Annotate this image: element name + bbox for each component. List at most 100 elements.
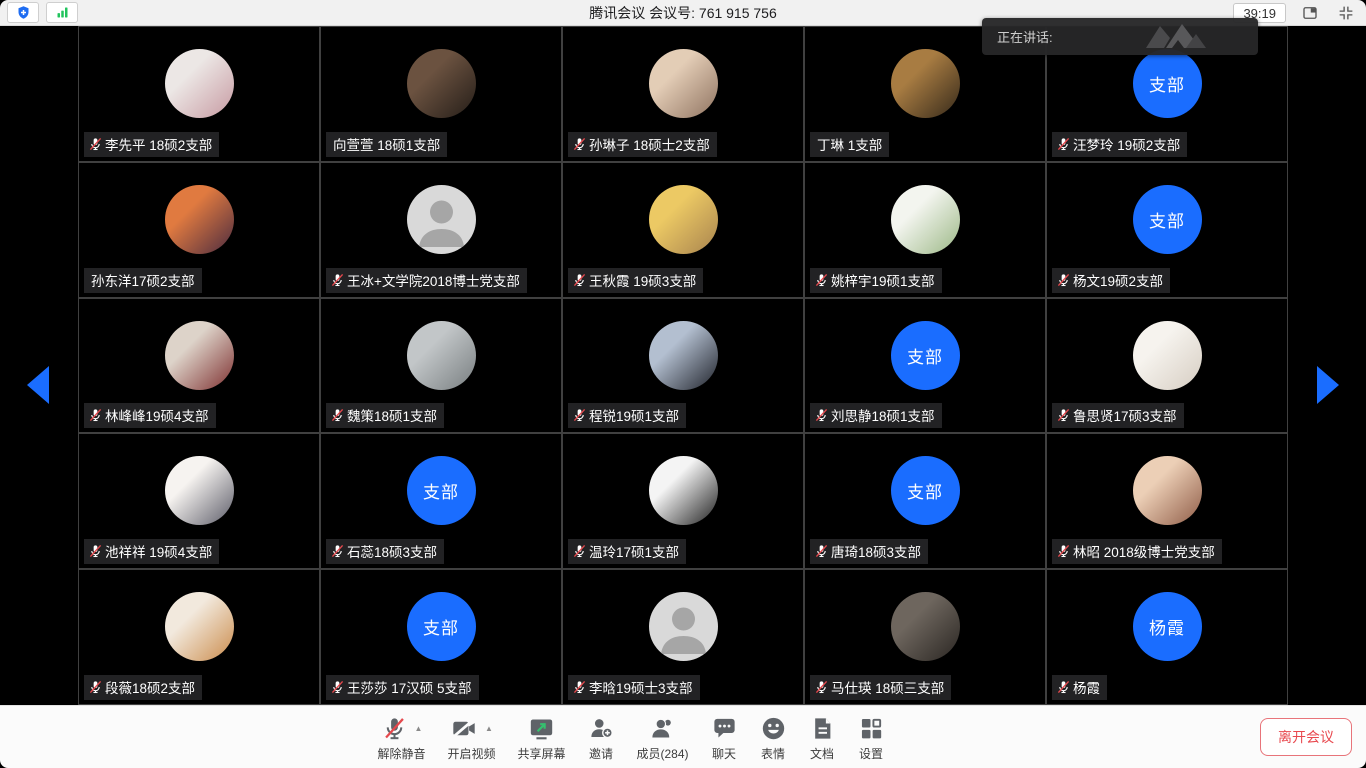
participant-name-label: 向萱萱 18硕1支部 xyxy=(326,132,447,157)
participant-tile[interactable]: 向萱萱 18硕1支部 xyxy=(321,27,561,161)
participant-name-label: 杨文19硕2支部 xyxy=(1052,268,1170,293)
mic-muted-icon xyxy=(331,408,344,422)
participant-name: 杨文19硕2支部 xyxy=(1073,270,1163,290)
participant-avatar xyxy=(165,592,234,661)
emoji-icon xyxy=(760,715,787,742)
mic-muted-icon xyxy=(573,137,586,151)
mic-muted-icon xyxy=(89,544,102,558)
participant-name-label: 王秋霞 19硕3支部 xyxy=(568,268,703,293)
participant-tile[interactable]: 孙东洋17硕2支部 xyxy=(79,163,319,297)
unmute-label: 解除静音 xyxy=(377,745,425,762)
share-screen-button[interactable]: 共享屏幕 xyxy=(507,713,577,762)
settings-button[interactable]: 设置 xyxy=(847,713,896,762)
participant-tile[interactable]: 段薇18硕2支部 xyxy=(79,570,319,704)
invite-label: 邀请 xyxy=(589,745,613,762)
mic-muted-icon xyxy=(573,680,586,694)
participant-tile[interactable]: 姚梓宇19硕1支部 xyxy=(805,163,1045,297)
participant-grid: 李先平 18硕2支部 向萱萱 18硕1支部 孙琳子 18硕士2支部 丁琳 1支部 xyxy=(78,26,1288,705)
participant-tile[interactable]: 杨霞 杨霞 xyxy=(1047,570,1287,704)
participant-name: 李晗19硕士3支部 xyxy=(589,677,693,697)
invite-button[interactable]: 邀请 xyxy=(577,713,626,762)
participant-name-label: 林昭 2018级博士党支部 xyxy=(1052,539,1222,564)
participant-tile[interactable]: 支部 王莎莎 17汉硕 5支部 xyxy=(321,570,561,704)
participant-name: 林峰峰19硕4支部 xyxy=(105,405,209,425)
participant-name-label: 姚梓宇19硕1支部 xyxy=(810,268,942,293)
person-placeholder-icon xyxy=(649,592,718,661)
participant-name: 段薇18硕2支部 xyxy=(105,677,195,697)
participant-tile[interactable]: 温玲17硕1支部 xyxy=(563,434,803,568)
start-video-button[interactable]: ▲ 开启视频 xyxy=(436,713,506,762)
participant-name-label: 刘思静18硕1支部 xyxy=(810,403,942,428)
participant-name-label: 魏策18硕1支部 xyxy=(326,403,444,428)
participant-avatar xyxy=(649,49,718,118)
participant-name: 马仕瑛 18硕三支部 xyxy=(831,677,944,697)
chat-button[interactable]: 聊天 xyxy=(700,713,749,762)
participant-tile[interactable]: 鲁思贤17硕3支部 xyxy=(1047,299,1287,433)
next-page-arrow[interactable] xyxy=(1317,366,1339,404)
participant-name: 李先平 18硕2支部 xyxy=(105,134,212,154)
mic-muted-icon xyxy=(573,273,586,287)
participant-avatar xyxy=(165,49,234,118)
participant-tile[interactable]: 支部 刘思静18硕1支部 xyxy=(805,299,1045,433)
documents-label: 文档 xyxy=(810,745,834,762)
layout-view-icon xyxy=(1301,4,1319,22)
mic-muted-icon xyxy=(1057,137,1070,151)
previous-page-arrow[interactable] xyxy=(27,366,49,404)
toolbar: ▲ 解除静音 ▲ 开启视频 xyxy=(0,705,1366,768)
participant-avatar xyxy=(649,185,718,254)
mic-options-caret[interactable]: ▲ xyxy=(415,724,423,733)
layout-view-button[interactable] xyxy=(1298,2,1322,24)
participant-name: 唐琦18硕3支部 xyxy=(831,541,921,561)
document-icon xyxy=(809,715,836,742)
participant-name-label: 鲁思贤17硕3支部 xyxy=(1052,403,1184,428)
unmute-button[interactable]: ▲ 解除静音 xyxy=(366,713,436,762)
participant-tile[interactable]: 支部 唐琦18硕3支部 xyxy=(805,434,1045,568)
participant-avatar xyxy=(165,456,234,525)
members-button[interactable]: 成员(284) xyxy=(626,713,700,762)
participant-name: 杨霞 xyxy=(1073,677,1100,697)
leave-meeting-button[interactable]: 离开会议 xyxy=(1260,718,1352,756)
participant-name: 池祥祥 19硕4支部 xyxy=(105,541,212,561)
mic-muted-icon xyxy=(1057,273,1070,287)
video-options-caret[interactable]: ▲ xyxy=(485,724,493,733)
participant-avatar xyxy=(649,321,718,390)
participant-tile[interactable]: 孙琳子 18硕士2支部 xyxy=(563,27,803,161)
participant-tile[interactable]: 马仕瑛 18硕三支部 xyxy=(805,570,1045,704)
mic-muted-icon xyxy=(815,680,828,694)
participant-avatar xyxy=(165,321,234,390)
participant-tile[interactable]: 程锐19硕1支部 xyxy=(563,299,803,433)
participant-tile[interactable]: 林峰峰19硕4支部 xyxy=(79,299,319,433)
share-screen-label: 共享屏幕 xyxy=(518,745,566,762)
members-icon xyxy=(649,715,676,742)
participant-name-label: 李晗19硕士3支部 xyxy=(568,675,700,700)
mic-muted-icon xyxy=(89,408,102,422)
participant-tile[interactable]: 魏策18硕1支部 xyxy=(321,299,561,433)
participant-avatar xyxy=(891,185,960,254)
participant-tile[interactable]: 李先平 18硕2支部 xyxy=(79,27,319,161)
documents-button[interactable]: 文档 xyxy=(798,713,847,762)
participant-tile[interactable]: 池祥祥 19硕4支部 xyxy=(79,434,319,568)
participant-name: 姚梓宇19硕1支部 xyxy=(831,270,935,290)
chat-icon xyxy=(711,715,738,742)
participant-avatar xyxy=(649,592,718,661)
participant-avatar: 支部 xyxy=(407,456,476,525)
participant-tile[interactable]: 林昭 2018级博士党支部 xyxy=(1047,434,1287,568)
participant-tile[interactable]: 支部 杨文19硕2支部 xyxy=(1047,163,1287,297)
participant-avatar: 支部 xyxy=(407,592,476,661)
emoji-button[interactable]: 表情 xyxy=(749,713,798,762)
participant-tile[interactable]: 王秋霞 19硕3支部 xyxy=(563,163,803,297)
participant-avatar: 支部 xyxy=(891,456,960,525)
participant-name-label: 石蕊18硕3支部 xyxy=(326,539,444,564)
participant-tile[interactable]: 王冰+文学院2018博士党支部 xyxy=(321,163,561,297)
speaking-label: 正在讲话: xyxy=(997,27,1053,46)
mic-muted-icon xyxy=(89,680,102,694)
participant-name-label: 池祥祥 19硕4支部 xyxy=(84,539,219,564)
emoji-label: 表情 xyxy=(761,745,785,762)
participant-tile[interactable]: 支部 石蕊18硕3支部 xyxy=(321,434,561,568)
fullscreen-button[interactable] xyxy=(1334,2,1358,24)
mic-muted-icon xyxy=(1057,680,1070,694)
chat-label: 聊天 xyxy=(712,745,736,762)
participant-name-label: 温玲17硕1支部 xyxy=(568,539,686,564)
participant-name: 丁琳 1支部 xyxy=(817,134,882,154)
participant-tile[interactable]: 李晗19硕士3支部 xyxy=(563,570,803,704)
